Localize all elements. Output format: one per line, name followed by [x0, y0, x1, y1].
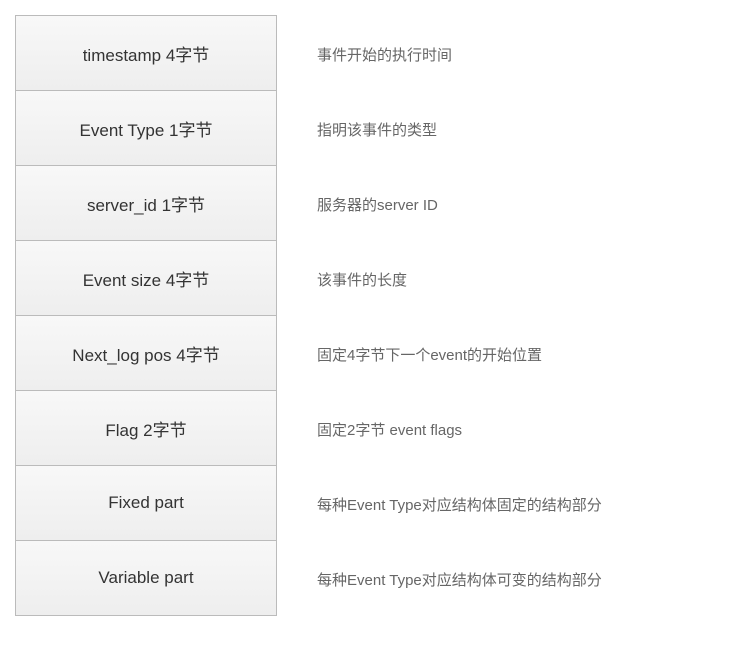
struct-field-next-log-pos: Next_log pos 4字节 — [16, 316, 276, 391]
desc-next-log-pos: 固定4字节下一个event的开始位置 — [317, 317, 602, 392]
structure-boxes-column: timestamp 4字节 Event Type 1字节 server_id 1… — [15, 15, 277, 616]
struct-field-server-id: server_id 1字节 — [16, 166, 276, 241]
desc-server-id: 服务器的server ID — [317, 167, 602, 242]
struct-field-fixed-part: Fixed part — [16, 466, 276, 541]
struct-field-event-size: Event size 4字节 — [16, 241, 276, 316]
struct-field-event-type: Event Type 1字节 — [16, 91, 276, 166]
desc-timestamp: 事件开始的执行时间 — [317, 17, 602, 92]
desc-event-type: 指明该事件的类型 — [317, 92, 602, 167]
struct-field-variable-part: Variable part — [16, 541, 276, 615]
struct-field-timestamp: timestamp 4字节 — [16, 16, 276, 91]
desc-variable-part: 每种Event Type对应结构体可变的结构部分 — [317, 542, 602, 617]
struct-field-flag: Flag 2字节 — [16, 391, 276, 466]
desc-fixed-part: 每种Event Type对应结构体固定的结构部分 — [317, 467, 602, 542]
event-structure-diagram: timestamp 4字节 Event Type 1字节 server_id 1… — [15, 15, 723, 617]
descriptions-column: 事件开始的执行时间 指明该事件的类型 服务器的server ID 该事件的长度 … — [317, 15, 602, 617]
desc-event-size: 该事件的长度 — [317, 242, 602, 317]
desc-flag: 固定2字节 event flags — [317, 392, 602, 467]
